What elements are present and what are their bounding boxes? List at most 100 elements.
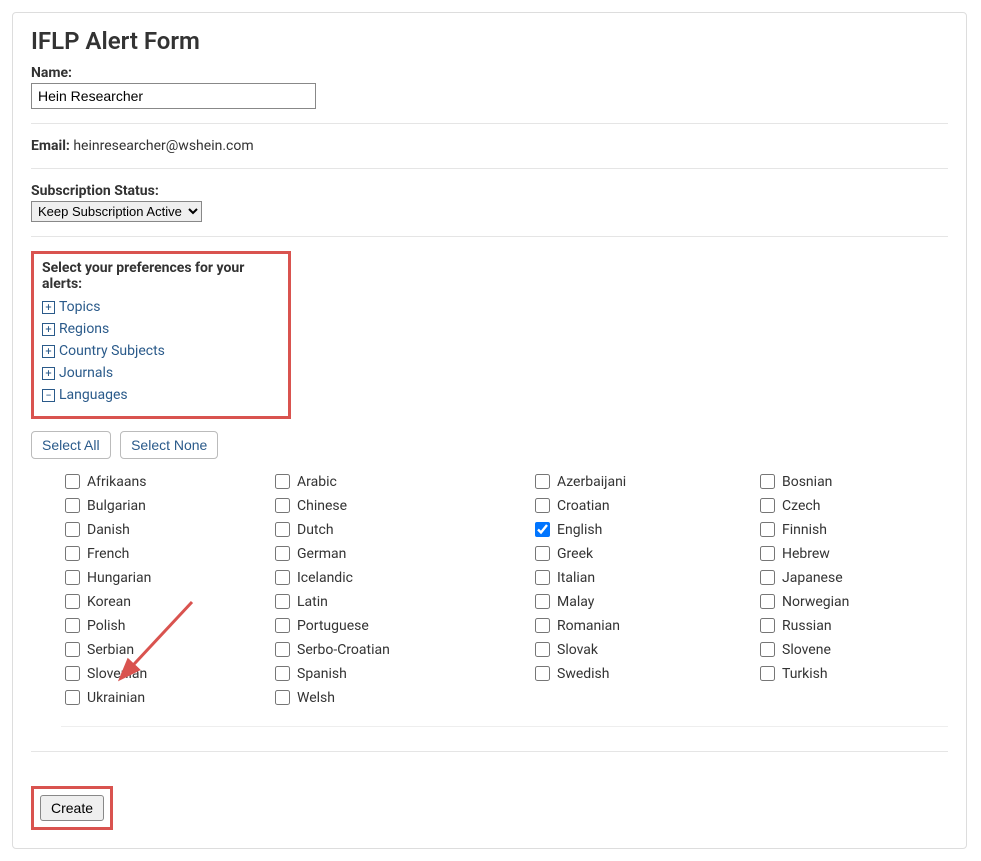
language-item[interactable]: Slovak xyxy=(531,639,756,660)
language-checkbox[interactable] xyxy=(275,498,290,513)
language-item[interactable]: Greek xyxy=(531,543,756,564)
select-none-button[interactable]: Select None xyxy=(120,431,218,459)
pref-item-topics[interactable]: +Topics xyxy=(42,296,280,318)
language-checkbox[interactable] xyxy=(760,546,775,561)
language-item[interactable]: Romanian xyxy=(531,615,756,636)
language-item[interactable]: Welsh xyxy=(271,687,531,708)
language-label: Norwegian xyxy=(782,594,849,610)
language-checkbox[interactable] xyxy=(535,666,550,681)
language-checkbox[interactable] xyxy=(535,618,550,633)
language-checkbox[interactable] xyxy=(275,594,290,609)
language-label: Malay xyxy=(557,594,594,610)
language-item[interactable]: Bosnian xyxy=(756,471,936,492)
language-label: Slovenian xyxy=(87,666,147,682)
language-item[interactable]: Azerbaijani xyxy=(531,471,756,492)
language-checkbox[interactable] xyxy=(535,642,550,657)
language-label: Swedish xyxy=(557,666,610,682)
language-item[interactable]: French xyxy=(61,543,271,564)
language-checkbox[interactable] xyxy=(65,570,80,585)
language-checkbox[interactable] xyxy=(275,546,290,561)
language-checkbox[interactable] xyxy=(760,594,775,609)
language-item[interactable]: Serbian xyxy=(61,639,271,660)
language-item[interactable]: Spanish xyxy=(271,663,531,684)
language-item[interactable]: Finnish xyxy=(756,519,936,540)
language-checkbox[interactable] xyxy=(760,570,775,585)
language-checkbox[interactable] xyxy=(275,690,290,705)
create-button[interactable]: Create xyxy=(40,795,104,821)
separator xyxy=(31,751,948,752)
language-checkbox[interactable] xyxy=(275,474,290,489)
language-checkbox[interactable] xyxy=(65,690,80,705)
language-item[interactable]: German xyxy=(271,543,531,564)
language-checkbox[interactable] xyxy=(760,474,775,489)
language-item[interactable]: Italian xyxy=(531,567,756,588)
language-checkbox[interactable] xyxy=(535,594,550,609)
language-checkbox[interactable] xyxy=(275,666,290,681)
language-checkbox[interactable] xyxy=(65,594,80,609)
language-checkbox[interactable] xyxy=(535,498,550,513)
language-checkbox[interactable] xyxy=(760,618,775,633)
language-checkbox[interactable] xyxy=(275,522,290,537)
language-item[interactable]: Malay xyxy=(531,591,756,612)
language-checkbox[interactable] xyxy=(760,522,775,537)
separator xyxy=(31,123,948,124)
language-checkbox[interactable] xyxy=(760,498,775,513)
language-item[interactable]: Icelandic xyxy=(271,567,531,588)
language-item[interactable]: Japanese xyxy=(756,567,936,588)
language-checkbox[interactable] xyxy=(275,642,290,657)
language-item[interactable]: Serbo-Croatian xyxy=(271,639,531,660)
email-label: Email: xyxy=(31,138,70,154)
language-checkbox[interactable] xyxy=(275,618,290,633)
pref-item-label: Topics xyxy=(59,299,100,315)
language-label: Korean xyxy=(87,594,131,610)
language-checkbox[interactable] xyxy=(535,474,550,489)
language-label: Bosnian xyxy=(782,474,832,490)
pref-item-country-subjects[interactable]: +Country Subjects xyxy=(42,340,280,362)
language-item[interactable]: Turkish xyxy=(756,663,936,684)
pref-item-journals[interactable]: +Journals xyxy=(42,362,280,384)
language-item[interactable]: Latin xyxy=(271,591,531,612)
language-item[interactable]: Hungarian xyxy=(61,567,271,588)
language-item[interactable]: Arabic xyxy=(271,471,531,492)
language-item[interactable]: Russian xyxy=(756,615,936,636)
language-item[interactable]: Dutch xyxy=(271,519,531,540)
language-item[interactable]: Afrikaans xyxy=(61,471,271,492)
language-item[interactable]: Croatian xyxy=(531,495,756,516)
pref-item-regions[interactable]: +Regions xyxy=(42,318,280,340)
language-checkbox[interactable] xyxy=(535,546,550,561)
language-item[interactable]: Swedish xyxy=(531,663,756,684)
pref-item-languages[interactable]: −Languages xyxy=(42,384,280,406)
language-checkbox[interactable] xyxy=(65,618,80,633)
language-checkbox[interactable] xyxy=(535,522,550,537)
language-checkbox[interactable] xyxy=(65,474,80,489)
separator xyxy=(31,236,948,237)
language-item[interactable]: Slovenian xyxy=(61,663,271,684)
language-checkbox[interactable] xyxy=(535,570,550,585)
language-item[interactable]: Hebrew xyxy=(756,543,936,564)
language-checkbox[interactable] xyxy=(760,666,775,681)
language-checkbox[interactable] xyxy=(65,666,80,681)
language-checkbox[interactable] xyxy=(65,642,80,657)
language-item[interactable]: Ukrainian xyxy=(61,687,271,708)
language-item[interactable]: Chinese xyxy=(271,495,531,516)
language-item[interactable]: Korean xyxy=(61,591,271,612)
name-input[interactable] xyxy=(31,83,316,109)
language-item[interactable]: Portuguese xyxy=(271,615,531,636)
language-item[interactable]: Slovene xyxy=(756,639,936,660)
language-item[interactable]: Polish xyxy=(61,615,271,636)
subscription-select[interactable]: Keep Subscription Active xyxy=(31,201,202,222)
language-label: Turkish xyxy=(782,666,828,682)
select-all-button[interactable]: Select All xyxy=(31,431,111,459)
language-checkbox[interactable] xyxy=(65,522,80,537)
language-item[interactable]: English xyxy=(531,519,756,540)
language-item[interactable]: Czech xyxy=(756,495,936,516)
language-checkbox[interactable] xyxy=(65,546,80,561)
language-item[interactable]: Danish xyxy=(61,519,271,540)
language-label: Dutch xyxy=(297,522,334,538)
language-label: Italian xyxy=(557,570,595,586)
language-item[interactable]: Norwegian xyxy=(756,591,936,612)
language-item[interactable]: Bulgarian xyxy=(61,495,271,516)
language-checkbox[interactable] xyxy=(760,642,775,657)
language-checkbox[interactable] xyxy=(65,498,80,513)
language-checkbox[interactable] xyxy=(275,570,290,585)
